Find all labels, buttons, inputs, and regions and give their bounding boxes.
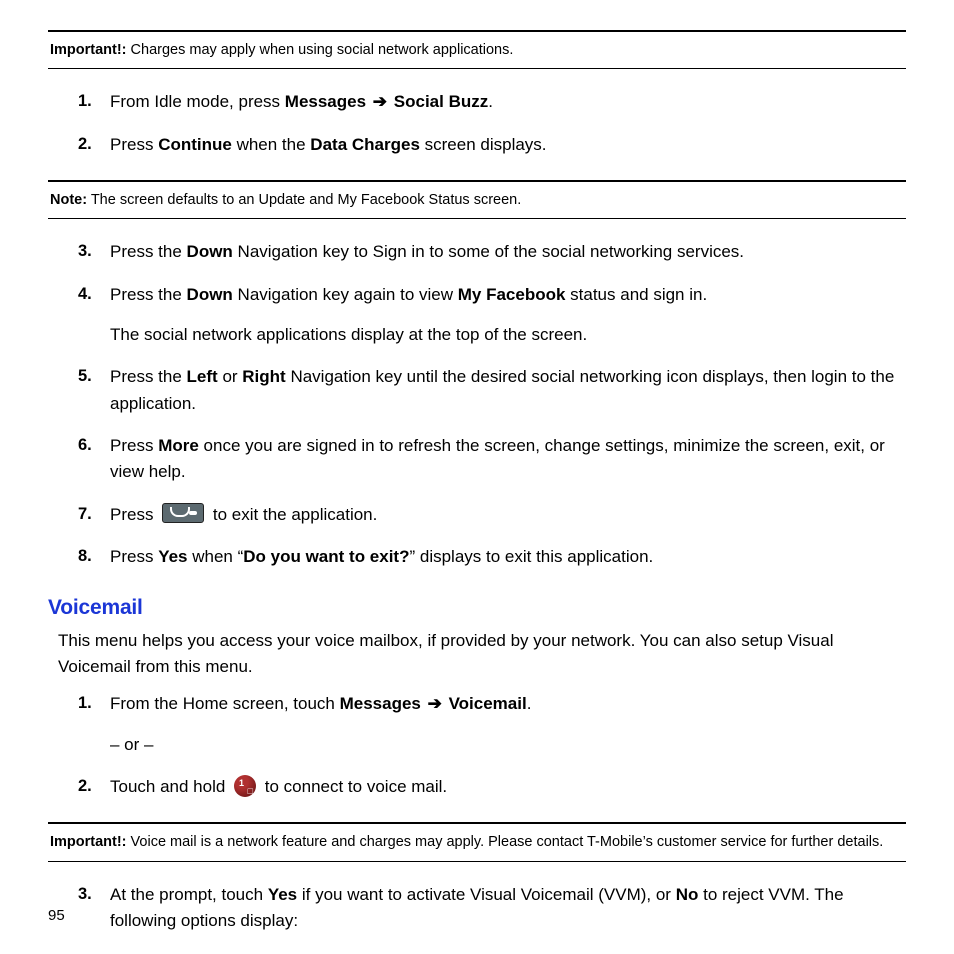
section-intro: This menu helps you access your voice ma…: [58, 628, 906, 679]
step-number: 2.: [78, 132, 92, 158]
voicemail-key-icon: [234, 775, 256, 797]
divider: [48, 861, 906, 862]
callout-text: The screen defaults to an Update and My …: [87, 192, 521, 208]
callout-label: Important!:: [50, 42, 127, 58]
step-8: 8. Press Yes when “Do you want to exit?”…: [78, 536, 906, 578]
steps-group-a: 1. From Idle mode, press Messages ➔ Soci…: [48, 81, 906, 166]
manual-page: Important!: Charges may apply when using…: [0, 0, 954, 954]
step-2: 2. Press Continue when the Data Charges …: [78, 124, 906, 166]
important-callout-2: Important!: Voice mail is a network feat…: [48, 824, 906, 860]
steps-group-b: 3. Press the Down Navigation key to Sign…: [48, 231, 906, 578]
divider: [48, 218, 906, 219]
callout-label: Note:: [50, 192, 87, 208]
step-1: 1. From Idle mode, press Messages ➔ Soci…: [78, 81, 906, 123]
step-c2: 2. Touch and hold to connect to voice ma…: [78, 766, 906, 808]
step-number: 5.: [78, 364, 92, 390]
page-number: 95: [48, 907, 65, 924]
steps-group-c: 1. From the Home screen, touch Messages …: [48, 683, 906, 808]
step-3: 3. Press the Down Navigation key to Sign…: [78, 231, 906, 273]
important-callout-1: Important!: Charges may apply when using…: [48, 32, 906, 68]
step-subtext: – or –: [110, 732, 906, 758]
step-number: 1.: [78, 89, 92, 115]
step-number: 3.: [78, 239, 92, 265]
callout-text: Charges may apply when using social netw…: [127, 42, 514, 58]
steps-group-d: 3. At the prompt, touch Yes if you want …: [48, 874, 906, 943]
step-5: 5. Press the Left or Right Navigation ke…: [78, 356, 906, 425]
section-heading-voicemail: Voicemail: [48, 596, 906, 620]
step-6: 6. Press More once you are signed in to …: [78, 425, 906, 494]
callout-text: Voice mail is a network feature and char…: [127, 834, 884, 850]
step-number: 6.: [78, 433, 92, 459]
step-7: 7. Press to exit the application.: [78, 494, 906, 536]
step-number: 8.: [78, 544, 92, 570]
step-number: 7.: [78, 502, 92, 528]
step-number: 4.: [78, 282, 92, 308]
step-number: 1.: [78, 691, 92, 717]
step-c1: 1. From the Home screen, touch Messages …: [78, 683, 906, 766]
note-callout: Note: The screen defaults to an Update a…: [48, 182, 906, 218]
step-number: 3.: [78, 882, 92, 908]
divider: [48, 68, 906, 69]
step-number: 2.: [78, 774, 92, 800]
callout-label: Important!:: [50, 834, 127, 850]
step-subtext: The social network applications display …: [110, 322, 906, 348]
step-4: 4. Press the Down Navigation key again t…: [78, 274, 906, 357]
end-call-key-icon: [162, 503, 204, 523]
step-d3: 3. At the prompt, touch Yes if you want …: [78, 874, 906, 943]
